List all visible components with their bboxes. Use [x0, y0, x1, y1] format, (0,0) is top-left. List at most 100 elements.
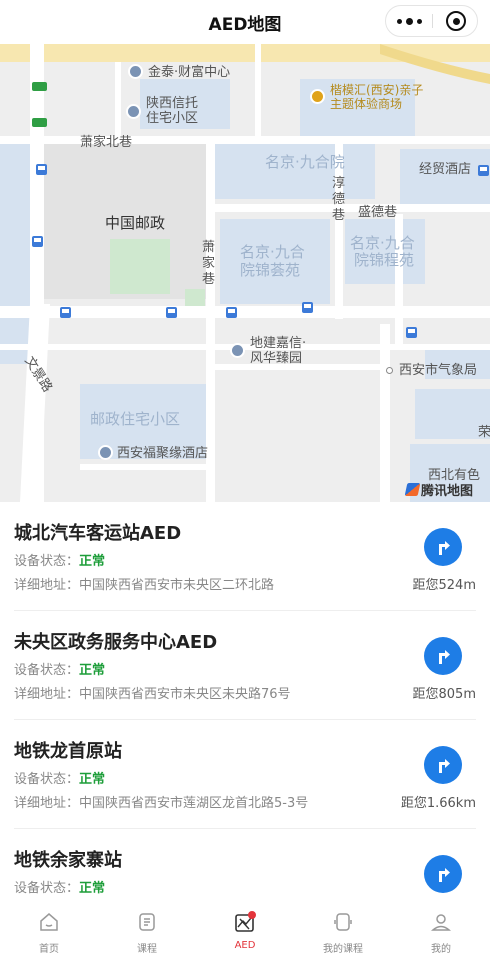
bus-stop-icon: [478, 165, 489, 176]
address-label: 详细地址：: [14, 796, 80, 811]
aed-map-icon: [235, 911, 256, 932]
aed-map-page: AED地图 金泰·财富中心 陕西信托 住宅小区 楷模汇(西安)亲子 主题体验商场…: [0, 0, 490, 964]
list-item[interactable]: 地铁余家寨站 设备状态：正常: [14, 829, 476, 900]
tab-label: 我的: [431, 944, 451, 955]
map-label: 楷模汇(西安)亲子: [330, 83, 424, 97]
tab-profile[interactable]: 我的: [392, 900, 490, 964]
status-label: 设备状态：: [14, 881, 80, 896]
map-label: 邮政住宅小区: [90, 410, 181, 428]
exit-marker-icon: [32, 82, 47, 91]
device-address: 详细地址：中国陕西省西安市未央区二环北路: [14, 574, 274, 593]
place-poi-icon[interactable]: [230, 343, 245, 358]
address-value: 中国陕西省西安市未央区未央路76号: [79, 687, 291, 702]
tab-aed[interactable]: AED: [196, 900, 294, 964]
status-value: 正常: [79, 881, 106, 896]
map-label: 住宅小区: [146, 111, 199, 126]
address-value: 中国陕西省西安市莲湖区龙首北路5-3号: [79, 796, 309, 811]
navigate-button[interactable]: [424, 528, 462, 566]
map-label: 盛德巷: [358, 205, 398, 220]
mini-program-capsule: [385, 5, 478, 37]
shopping-poi-icon[interactable]: [310, 89, 325, 104]
bus-stop-icon: [36, 164, 47, 175]
map-label: 西安市气象局: [399, 363, 478, 378]
status-value: 正常: [79, 663, 106, 678]
profile-icon: [431, 914, 451, 931]
map-label: 荣: [478, 425, 490, 440]
tab-label: 我的课程: [323, 944, 363, 955]
bus-stop-icon: [302, 302, 313, 313]
course-icon: [139, 913, 155, 931]
aed-device-list[interactable]: 城北汽车客运站AED 设备状态：正常 详细地址：中国陕西省西安市未央区二环北路 …: [0, 502, 490, 900]
turn-right-icon: [439, 541, 450, 555]
navigate-button[interactable]: [424, 855, 462, 893]
map-label: 萧家北巷: [80, 135, 133, 150]
map-label: 地建嘉信·: [250, 336, 307, 351]
tab-course[interactable]: 课程: [98, 900, 196, 964]
place-poi-icon[interactable]: [126, 104, 141, 119]
status-label: 设备状态：: [14, 554, 80, 569]
tab-label: 首页: [39, 944, 59, 955]
close-circle-icon[interactable]: [433, 6, 479, 36]
bus-stop-icon: [226, 307, 237, 318]
turn-right-icon: [439, 759, 450, 773]
address-label: 详细地址：: [14, 687, 80, 702]
map-label: 名京·九合院: [265, 153, 345, 171]
bottom-tab-bar: 首页 课程 AED 我的课程 我的: [0, 900, 490, 964]
map-label: 陕西信托: [146, 96, 199, 111]
status-label: 设备状态：: [14, 772, 80, 787]
place-poi-icon[interactable]: [128, 64, 143, 79]
turn-right-icon: [439, 650, 450, 664]
device-address: 详细地址：中国陕西省西安市莲湖区龙首北路5-3号: [14, 792, 308, 811]
tab-label: 课程: [137, 944, 157, 955]
map-label: 风华臻园: [250, 351, 303, 366]
list-item[interactable]: 地铁龙首原站 设备状态：正常 详细地址：中国陕西省西安市莲湖区龙首北路5-3号 …: [14, 720, 476, 829]
exit-marker-icon: [32, 118, 47, 127]
map-label: 金泰·财富中心: [148, 65, 231, 80]
navigate-button[interactable]: [424, 746, 462, 784]
navigate-button[interactable]: [424, 637, 462, 675]
nav-header: AED地图: [0, 0, 490, 44]
map-label: 西安福聚缘酒店: [117, 446, 209, 461]
tab-home[interactable]: 首页: [0, 900, 98, 964]
map-label: 名京·九合: [350, 234, 415, 252]
tencent-map-logo-text: 腾讯地图: [421, 484, 474, 499]
tab-my-course[interactable]: 我的课程: [294, 900, 392, 964]
list-item[interactable]: 未央区政务服务中心AED 设备状态：正常 详细地址：中国陕西省西安市未央区未央路…: [14, 611, 476, 720]
device-status: 设备状态：正常: [14, 659, 105, 678]
bus-stop-icon: [32, 236, 43, 247]
tencent-map-logo: 腾讯地图: [404, 480, 474, 499]
device-name: 未央区政务服务中心AED: [14, 632, 218, 653]
status-value: 正常: [79, 554, 106, 569]
address-label: 详细地址：: [14, 578, 80, 593]
tab-label: AED: [234, 940, 256, 951]
my-course-icon: [334, 913, 352, 931]
device-status: 设备状态：正常: [14, 768, 105, 787]
more-dots-icon[interactable]: [386, 6, 432, 36]
map-label: 名京·九合: [240, 243, 305, 261]
bus-stop-icon: [406, 327, 417, 338]
list-item[interactable]: 城北汽车客运站AED 设备状态：正常 详细地址：中国陕西省西安市未央区二环北路 …: [14, 502, 476, 611]
status-label: 设备状态：: [14, 663, 80, 678]
bus-stop-icon: [60, 307, 71, 318]
device-status: 设备状态：正常: [14, 550, 105, 569]
device-address: 详细地址：中国陕西省西安市未央区未央路76号: [14, 683, 291, 702]
map-label: 经贸酒店: [419, 162, 472, 177]
home-icon: [40, 913, 58, 931]
device-name: 地铁龙首原站: [14, 741, 122, 762]
place-dot-icon[interactable]: [386, 367, 393, 374]
map-label: 院锦程苑: [354, 251, 415, 269]
distance-text: 距您805m: [412, 687, 476, 702]
map-label: 淳德巷: [332, 176, 346, 223]
map-label: 萧家巷: [202, 240, 216, 287]
hotel-poi-icon[interactable]: [98, 445, 113, 460]
map-label: 院锦荟苑: [240, 261, 301, 279]
address-value: 中国陕西省西安市未央区二环北路: [79, 578, 275, 593]
distance-text: 距您524m: [412, 578, 476, 593]
map-label: 主题体验商场: [330, 97, 403, 111]
device-status: 设备状态：正常: [14, 877, 105, 896]
distance-text: 距您1.66km: [400, 796, 476, 811]
device-name: 地铁余家寨站: [14, 850, 122, 871]
map-view[interactable]: 金泰·财富中心 陕西信托 住宅小区 楷模汇(西安)亲子 主题体验商场 萧家北巷 …: [0, 44, 490, 502]
status-value: 正常: [79, 772, 106, 787]
bus-stop-icon: [166, 307, 177, 318]
